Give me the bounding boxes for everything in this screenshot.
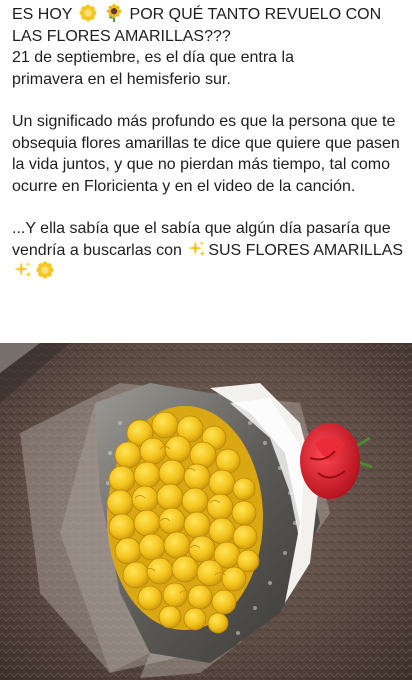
post-caption: ES HOY POR QUÉ TANTO REVUELO CON LAS FLO… bbox=[12, 4, 404, 283]
sparkles-emoji-icon bbox=[14, 261, 32, 278]
sparkles-emoji-icon bbox=[188, 240, 206, 256]
sunflower-blossom-emoji-icon bbox=[36, 261, 54, 279]
caption-text: POR QUÉ TANTO REVUELO CON bbox=[129, 6, 382, 23]
caption-text: LAS FLORES AMARILLAS??? bbox=[12, 27, 231, 45]
red-rose bbox=[300, 423, 360, 499]
bouquet-photo bbox=[0, 343, 412, 680]
post-paragraph-3: ...Y ella sabía que el sabía que algún d… bbox=[12, 218, 404, 283]
sunflower-emoji-icon bbox=[106, 4, 122, 22]
caption-text: ES HOY bbox=[12, 6, 73, 23]
post-paragraph-1: ES HOY POR QUÉ TANTO REVUELO CON LAS FLO… bbox=[12, 4, 404, 90]
post-photo[interactable] bbox=[0, 343, 412, 680]
caption-text: SUS FLORES AMARILLAS bbox=[208, 241, 404, 259]
sunflower-blossom-emoji-icon bbox=[79, 4, 97, 22]
caption-text: 21 de septiembre, es el día que entra la bbox=[12, 49, 294, 66]
caption-text: primavera en el hemisferio sur. bbox=[12, 70, 231, 88]
post-paragraph-2: Un significado más profundo es que la pe… bbox=[12, 113, 400, 195]
